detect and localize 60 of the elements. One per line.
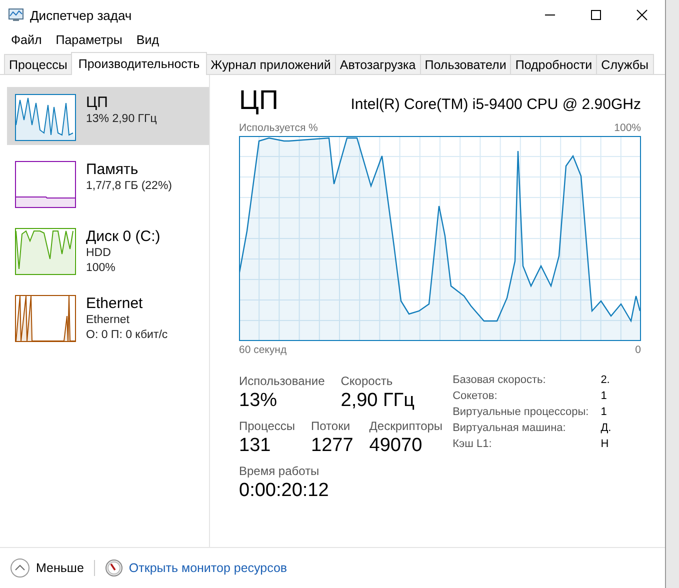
stat-value: 0:00:20:12 <box>239 480 329 502</box>
graph-label: 100% <box>614 122 641 134</box>
sidebar-item-title: Ethernet <box>86 295 144 313</box>
tab[interactable]: Производительность <box>71 52 207 75</box>
gauge-icon <box>104 559 123 577</box>
graph-label: 0 <box>635 344 641 356</box>
menu-item[interactable]: Вид <box>129 33 166 47</box>
sidebar-item-detail: О: 0 П: 0 кбит/с <box>86 328 168 343</box>
maximize-icon <box>590 9 602 21</box>
monitor-icon <box>8 7 24 23</box>
tab[interactable]: Журнал приложений <box>206 54 336 74</box>
sidebar-item-detail: Ethernet <box>86 313 130 328</box>
sidebar-item[interactable]: Память 1,7/7,8 ГБ (22%) <box>7 154 209 212</box>
resource-monitor-link[interactable]: Открыть монитор ресурсов <box>128 561 288 575</box>
tab[interactable]: Службы <box>596 54 654 74</box>
stat-label: Процессы <box>239 419 296 433</box>
sidebar-item[interactable]: Диск 0 (C:) HDD 100% <box>7 221 209 279</box>
tab[interactable]: Подробности <box>510 54 598 74</box>
stat-label: Потоки <box>311 419 352 433</box>
detail-value: Н <box>600 438 610 450</box>
chevron-up-icon <box>10 558 30 578</box>
detail-label: Сокетов: <box>452 390 498 402</box>
stat-label: Дескрипторы <box>369 419 443 433</box>
stat-value: 2,90 ГГц <box>340 390 414 412</box>
stat-value: 1277 <box>311 435 354 457</box>
sidebar-item[interactable]: Ethernet Ethernet О: 0 П: 0 кбит/с <box>7 288 209 346</box>
stat-value: 131 <box>239 435 272 457</box>
stat-label: Использование <box>239 374 325 388</box>
tab[interactable]: Автозагрузка <box>334 54 421 74</box>
detail-label: Виртуальные процессоры: <box>452 406 589 418</box>
detail-value: Д. <box>600 422 612 434</box>
tab[interactable]: Процессы <box>4 54 72 74</box>
detail-label: Базовая скорость: <box>452 374 547 386</box>
detail-label: Виртуальная машина: <box>452 422 567 434</box>
stat-label: Скорость <box>340 374 394 388</box>
detail-value: 1 <box>600 406 608 418</box>
stat-value: 13% <box>239 390 278 412</box>
collapse-button[interactable]: Меньше <box>10 558 84 578</box>
detail-label: Кэш L1: <box>452 438 493 450</box>
sidebar-item-title: Память <box>86 161 140 179</box>
graph-label: 60 секунд <box>239 344 287 356</box>
stat-value: 49070 <box>369 435 424 457</box>
sidebar-item-detail: HDD <box>86 246 112 261</box>
sidebar-item-detail: 100% <box>86 261 116 276</box>
sidebar-item-detail: 1,7/7,8 ГБ (22%) <box>86 179 172 194</box>
graph-label: Используется % <box>239 122 318 134</box>
sidebar-item[interactable]: ЦП 13% 2,90 ГГц <box>7 87 209 145</box>
menu-item[interactable]: Параметры <box>48 33 130 47</box>
sidebar-item-title: ЦП <box>86 94 109 112</box>
close-icon <box>636 9 648 21</box>
stat-label: Время работы <box>239 464 320 478</box>
section-title: ЦП <box>239 85 278 116</box>
detail-value: 1 <box>600 390 608 402</box>
detail-value: 2. <box>600 374 611 386</box>
processor-model: Intel(R) Core(TM) i5-9400 CPU @ 2.90GHz <box>350 96 641 113</box>
sidebar-item-title: Диск 0 (C:) <box>86 228 160 246</box>
window-title: Диспетчер задач <box>30 8 133 22</box>
sidebar-item-detail: 13% 2,90 ГГц <box>86 112 157 127</box>
menu-item[interactable]: Файл <box>4 33 49 47</box>
tab[interactable]: Пользователи <box>420 54 512 74</box>
